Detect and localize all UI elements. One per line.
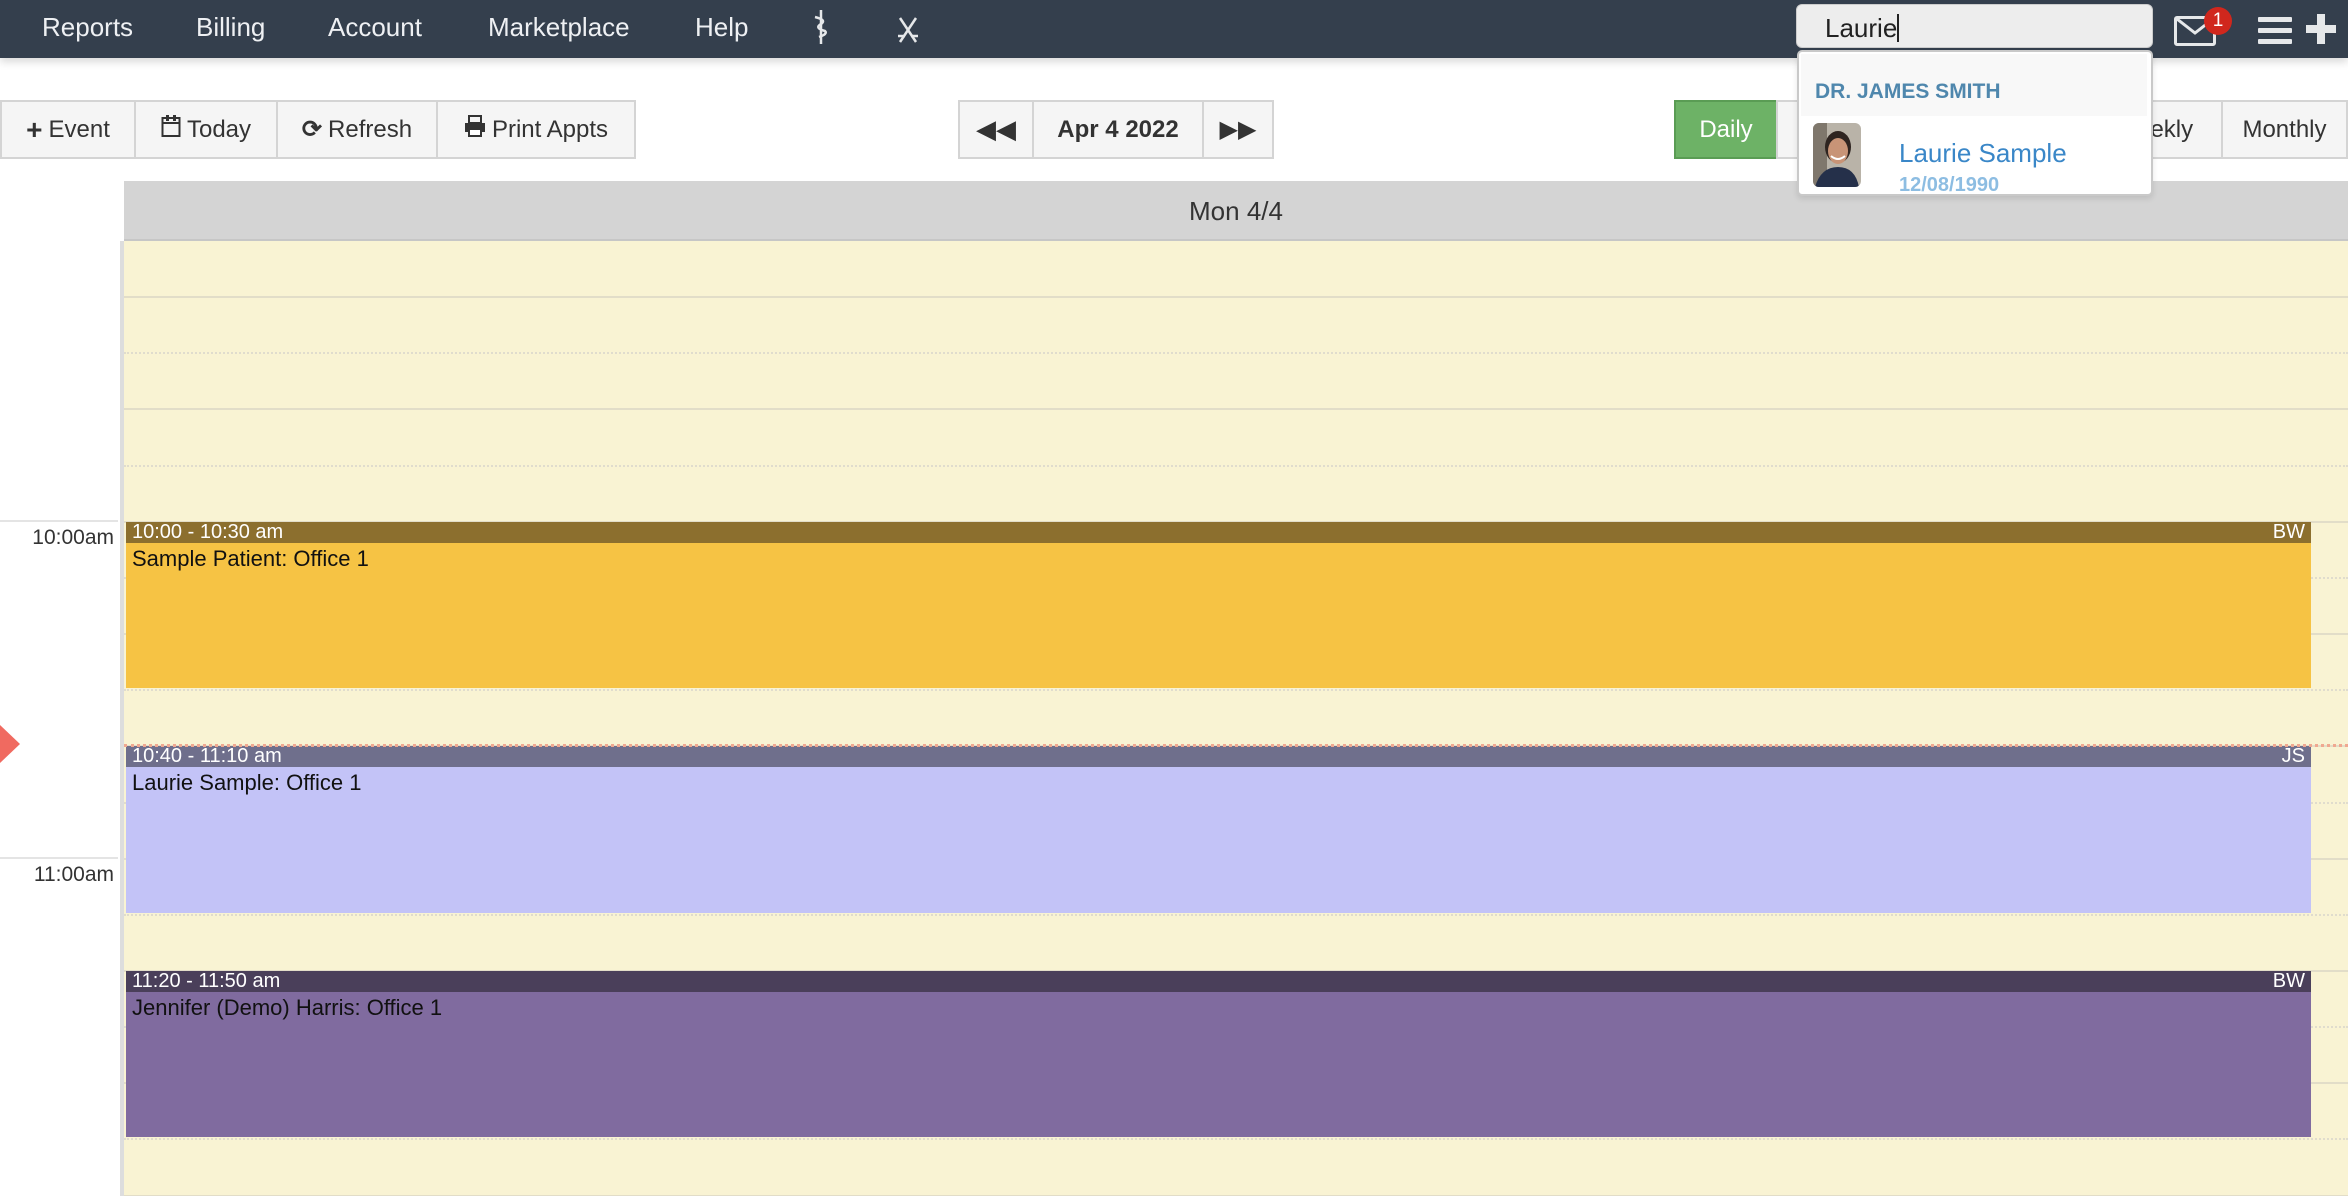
search-result-item[interactable]: Laurie Sample 12/08/1990: [1799, 118, 2151, 196]
event-time: 10:00 - 10:30 am: [132, 520, 284, 543]
time-label: 10:00am: [32, 525, 114, 549]
refresh-button[interactable]: ⟳ Refresh: [276, 100, 438, 159]
slot-line: [124, 408, 2348, 411]
current-date-button[interactable]: Apr 4 2022: [1032, 100, 1204, 159]
appointment-event[interactable]: 11:20 - 11:50 am BW Jennifer (Demo) Harris…: [126, 969, 2311, 1138]
current-time-marker: [0, 724, 20, 763]
result-patient-name: Laurie Sample: [1899, 138, 2067, 168]
current-time-line: [124, 743, 2348, 747]
event-header: 10:40 - 11:10 am JS: [126, 745, 2311, 768]
event-time: 10:40 - 11:10 am: [132, 745, 282, 768]
daily-view-button[interactable]: Daily: [1674, 100, 1778, 159]
double-chevron-left-icon: ◀◀: [976, 114, 1016, 144]
slot-line: [124, 464, 2348, 467]
calendar-icon: [161, 114, 181, 145]
gutter-hour-line: [0, 519, 118, 522]
monthly-view-button[interactable]: Monthly: [2221, 100, 2348, 159]
event-title: Jennifer (Demo) Harris: Office 1: [132, 994, 443, 1020]
swords-icon[interactable]: [896, 16, 920, 51]
patient-search-input[interactable]: Laurie: [1796, 4, 2153, 48]
nav-account[interactable]: Account: [328, 12, 422, 43]
slot-line: [124, 913, 2348, 916]
time-label: 11:00am: [33, 862, 114, 886]
add-event-button[interactable]: + Event: [0, 100, 136, 159]
provider-initials: BW: [2272, 969, 2305, 992]
provider-initials: JS: [2281, 745, 2305, 768]
event-header: 11:20 - 11:50 am BW: [126, 969, 2311, 992]
previous-day-button[interactable]: ◀◀: [958, 100, 1034, 159]
add-icon[interactable]: [2306, 14, 2336, 44]
nav-reports[interactable]: Reports: [42, 12, 133, 43]
event-title: Laurie Sample: Office 1: [132, 770, 362, 796]
print-appts-button[interactable]: Print Appts: [436, 100, 636, 159]
printer-icon: [464, 115, 486, 144]
event-header: 10:00 - 10:30 am BW: [126, 520, 2311, 543]
gutter-hour-line: [0, 856, 118, 859]
today-button[interactable]: Today: [134, 100, 278, 159]
provider-initials: BW: [2272, 520, 2305, 543]
slot-line: [124, 352, 2348, 355]
event-time: 11:20 - 11:50 am: [132, 969, 281, 992]
day-grid[interactable]: 10:00 - 10:30 am BW Sample Patient: Office…: [124, 241, 2348, 1196]
result-patient-dob: 12/08/1990: [1899, 174, 2000, 196]
search-results-dropdown: DR. JAMES SMITH Laurie Sample 12/08/1990: [1797, 50, 2153, 196]
plus-icon: +: [26, 113, 43, 145]
next-day-button[interactable]: ▶▶: [1202, 100, 1274, 159]
refresh-icon: ⟳: [301, 116, 323, 143]
nav-help[interactable]: Help: [695, 12, 748, 43]
hamburger-menu-icon[interactable]: [2258, 17, 2292, 50]
provider-group-header: DR. JAMES SMITH: [1801, 54, 2147, 116]
slot-line: [124, 1138, 2348, 1141]
patient-avatar: [1813, 123, 1861, 187]
event-title: Sample Patient: Office 1: [132, 545, 369, 571]
double-chevron-right-icon: ▶▶: [1219, 116, 1257, 143]
caduceus-icon[interactable]: [810, 8, 832, 53]
slot-line: [124, 689, 2348, 692]
slot-line: [124, 296, 2348, 299]
appointment-event[interactable]: 10:40 - 11:10 am JS Laurie Sample: Office …: [126, 745, 2311, 913]
nav-billing[interactable]: Billing: [196, 12, 265, 43]
text-caret: [1897, 14, 1900, 42]
nav-marketplace[interactable]: Marketplace: [488, 12, 630, 43]
appointment-event[interactable]: 10:00 - 10:30 am BW Sample Patient: Office…: [126, 520, 2311, 689]
mail-badge: 1: [2204, 7, 2232, 35]
